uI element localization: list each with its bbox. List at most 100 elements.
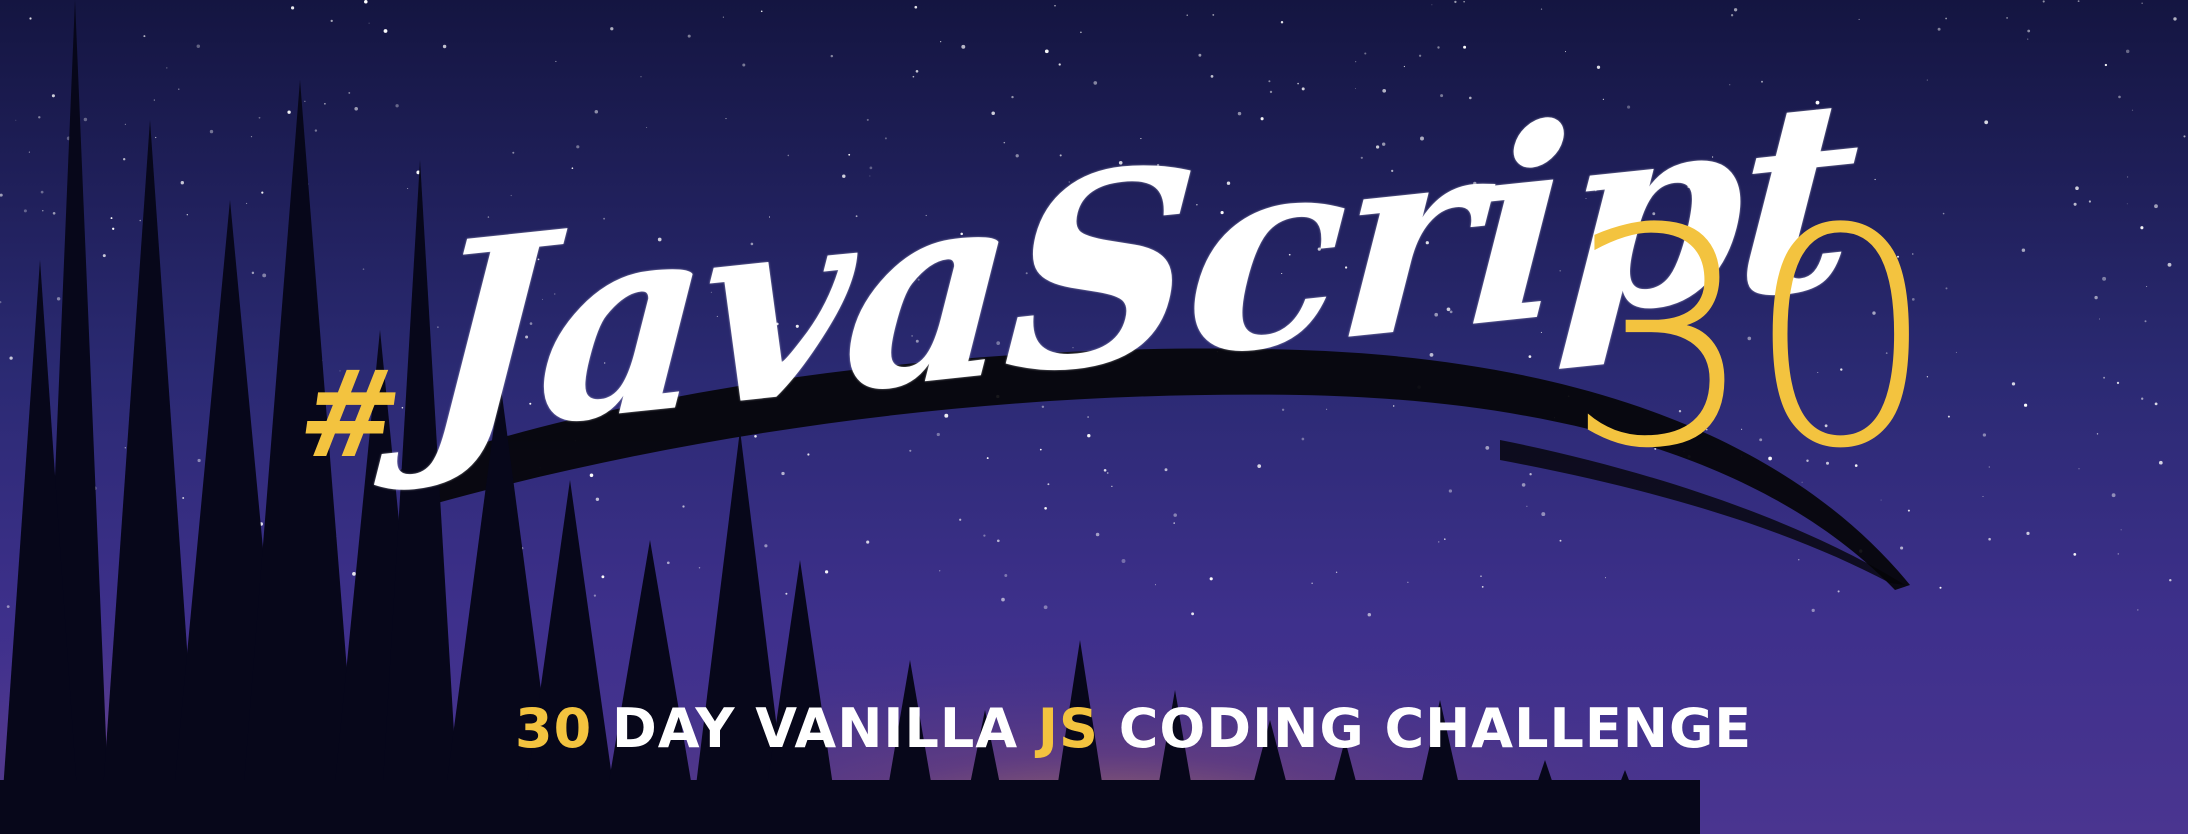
title-number: 30 xyxy=(1565,165,1937,514)
star xyxy=(196,44,201,48)
star xyxy=(2120,529,2122,531)
star xyxy=(2127,176,2129,178)
star xyxy=(666,561,670,565)
star xyxy=(124,447,126,449)
star xyxy=(1945,17,1947,20)
star xyxy=(1212,13,1215,16)
star xyxy=(1198,53,1202,57)
star xyxy=(830,54,834,58)
star xyxy=(2077,0,2080,3)
subtitle-coding-challenge: CODING CHALLENGE xyxy=(1098,697,1753,760)
star xyxy=(1311,582,1313,584)
star xyxy=(1080,31,1082,34)
star xyxy=(1605,577,1606,579)
star xyxy=(594,110,599,114)
star xyxy=(2104,63,2108,67)
star xyxy=(9,356,13,360)
star xyxy=(1043,605,1048,610)
star xyxy=(1407,581,1409,583)
star xyxy=(1733,8,1738,12)
star xyxy=(722,16,724,18)
star xyxy=(571,167,574,170)
star xyxy=(112,227,115,230)
star xyxy=(1837,590,1840,593)
star xyxy=(304,100,306,102)
star xyxy=(2154,204,2158,209)
star xyxy=(56,297,61,301)
star xyxy=(1858,18,1860,20)
star xyxy=(23,209,27,213)
star xyxy=(2027,29,2031,33)
star xyxy=(2042,0,2045,3)
star xyxy=(640,76,642,78)
star xyxy=(555,60,557,62)
star xyxy=(2141,397,2144,400)
star xyxy=(915,69,919,73)
star xyxy=(1982,495,1984,498)
star xyxy=(866,118,869,121)
star xyxy=(1480,575,1482,577)
star xyxy=(912,75,915,78)
star xyxy=(155,136,157,139)
star xyxy=(102,254,106,258)
star xyxy=(961,44,966,49)
subtitle-thirty: 30 xyxy=(515,697,593,760)
star xyxy=(698,567,701,569)
star xyxy=(2073,202,2077,206)
star xyxy=(2078,468,2080,470)
star xyxy=(182,497,185,499)
star xyxy=(6,605,10,608)
star xyxy=(2126,203,2128,205)
star xyxy=(2096,433,2099,435)
star xyxy=(197,458,201,463)
star xyxy=(2183,135,2186,138)
star xyxy=(687,34,691,38)
star xyxy=(1044,49,1049,54)
star xyxy=(2116,381,2120,385)
star xyxy=(1437,46,1440,49)
star xyxy=(1269,90,1273,94)
star xyxy=(354,107,358,111)
star xyxy=(1463,45,1467,49)
star xyxy=(1454,0,1457,4)
star xyxy=(324,102,326,105)
star xyxy=(725,118,727,120)
star xyxy=(2088,200,2091,203)
star xyxy=(52,211,56,215)
subtitle: 30 DAY VANILLA JS CODING CHALLENGE xyxy=(515,697,1751,760)
star xyxy=(2073,553,2077,556)
star xyxy=(1058,63,1061,66)
star xyxy=(1268,80,1271,83)
star xyxy=(123,158,126,161)
star xyxy=(1984,120,1989,125)
star xyxy=(2146,285,2148,287)
star xyxy=(287,110,291,114)
star xyxy=(1367,612,1372,617)
star xyxy=(153,99,155,101)
star xyxy=(262,273,267,278)
star xyxy=(593,594,597,597)
star xyxy=(2140,226,2144,230)
star xyxy=(2094,295,2098,300)
star xyxy=(139,219,141,222)
star xyxy=(2023,403,2028,407)
star xyxy=(1463,1,1465,3)
star xyxy=(785,592,788,595)
star xyxy=(364,0,368,4)
star xyxy=(2167,262,2172,267)
star xyxy=(1054,5,1056,7)
star xyxy=(760,10,763,13)
hash-symbol: # xyxy=(290,344,411,485)
star xyxy=(1280,21,1284,24)
star xyxy=(824,570,829,574)
star xyxy=(1939,586,1942,589)
star xyxy=(512,151,515,154)
star xyxy=(395,104,399,108)
star xyxy=(1481,586,1484,588)
star xyxy=(914,5,918,9)
star xyxy=(1431,4,1433,6)
star xyxy=(2026,531,2030,536)
star xyxy=(28,151,30,153)
star xyxy=(991,111,995,116)
star xyxy=(291,6,295,10)
